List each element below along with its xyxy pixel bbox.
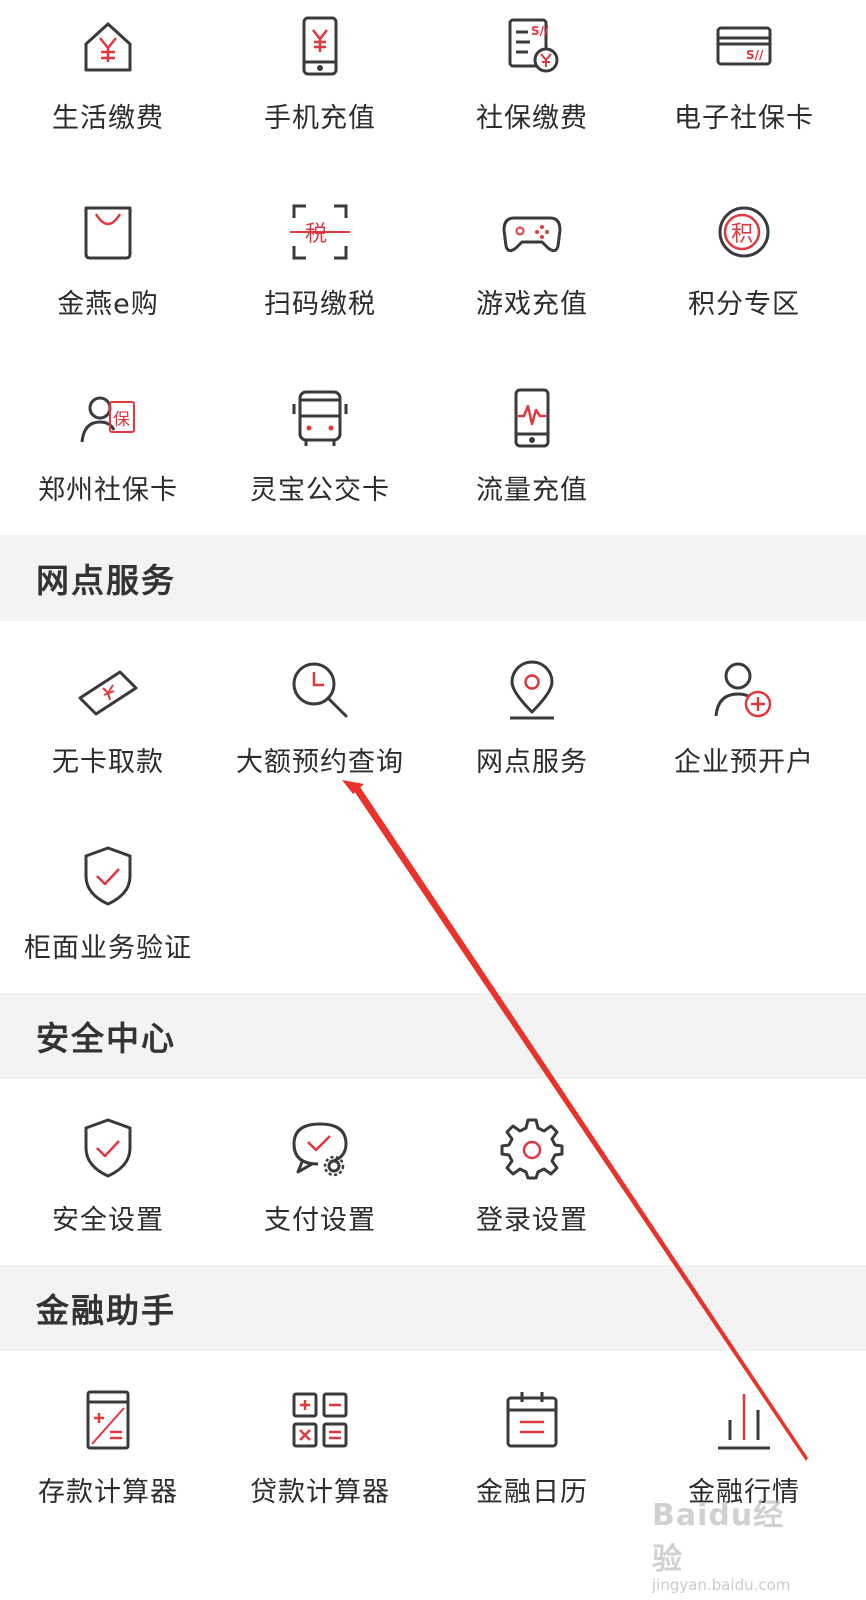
service-deposit-calculator[interactable]: 存款计算器 xyxy=(0,1374,216,1534)
service-label: 扫码缴税 xyxy=(264,289,376,320)
shield-check-icon xyxy=(76,1116,140,1180)
grid-calculator-icon xyxy=(288,1388,352,1452)
service-label: 金燕e购 xyxy=(57,289,159,320)
phone-yen-icon xyxy=(288,14,352,78)
service-label: 游戏充值 xyxy=(476,289,588,320)
chat-check-gear-icon xyxy=(288,1116,352,1180)
section-title-security: 安全中心 xyxy=(0,993,866,1079)
cash-ticket-icon xyxy=(76,658,140,722)
service-jinyan-eshop[interactable]: 金燕e购 xyxy=(0,186,216,346)
service-market-quotes[interactable]: 金融行情 xyxy=(636,1374,852,1534)
user-add-icon xyxy=(712,658,776,722)
service-loan-calculator[interactable]: 贷款计算器 xyxy=(212,1374,428,1534)
service-label: 支付设置 xyxy=(264,1205,376,1236)
service-label: 金融行情 xyxy=(688,1477,800,1508)
service-game-topup[interactable]: 游戏充值 xyxy=(424,186,640,346)
card-icon: S// xyxy=(712,14,776,78)
svg-text:S//: S// xyxy=(746,48,764,62)
service-finance-calendar[interactable]: 金融日历 xyxy=(424,1374,640,1534)
calculator-icon xyxy=(76,1388,140,1452)
gear-icon xyxy=(500,1116,564,1180)
service-label: 登录设置 xyxy=(476,1205,588,1236)
gamepad-icon xyxy=(500,200,564,264)
scan-tax-icon: 税 xyxy=(288,200,352,264)
shield-check-icon xyxy=(76,844,140,908)
service-label: 企业预开户 xyxy=(674,747,814,778)
service-label: 电子社保卡 xyxy=(674,103,814,134)
service-cardless-withdrawal[interactable]: 无卡取款 xyxy=(0,644,216,804)
house-yen-icon xyxy=(76,14,140,78)
svg-text:S//: S// xyxy=(531,24,549,38)
service-counter-verification[interactable]: 柜面业务验证 xyxy=(0,830,216,990)
service-large-appointment-query[interactable]: 大额预约查询 xyxy=(212,644,428,804)
service-label: 积分专区 xyxy=(688,289,800,320)
service-label: 柜面业务验证 xyxy=(24,933,192,964)
location-pin-icon xyxy=(500,658,564,722)
shopping-bag-icon xyxy=(76,200,140,264)
document-yen-icon: S// xyxy=(500,14,564,78)
service-points-zone[interactable]: 积 积分专区 xyxy=(636,186,852,346)
bar-chart-icon xyxy=(712,1388,776,1452)
service-label: 流量充值 xyxy=(476,475,588,506)
service-payment-settings[interactable]: 支付设置 xyxy=(212,1102,428,1262)
service-scan-tax[interactable]: 税 扫码缴税 xyxy=(212,186,428,346)
service-life-payment[interactable]: 生活缴费 xyxy=(0,0,216,160)
section-title-branch: 网点服务 xyxy=(0,535,866,621)
watermark-url: jingyan.baidu.com xyxy=(652,1576,791,1594)
service-label: 手机充值 xyxy=(264,103,376,134)
service-enterprise-pre-account[interactable]: 企业预开户 xyxy=(636,644,852,804)
service-electronic-social-card[interactable]: S// 电子社保卡 xyxy=(636,0,852,160)
person-insurance-card-icon: 保 xyxy=(76,386,140,450)
service-label: 社保缴费 xyxy=(476,103,588,134)
svg-text:税: 税 xyxy=(305,222,327,247)
service-zhengzhou-social-card[interactable]: 保 郑州社保卡 xyxy=(0,372,216,532)
service-label: 无卡取款 xyxy=(52,747,164,778)
service-lingbao-bus-card[interactable]: 灵宝公交卡 xyxy=(212,372,428,532)
phone-signal-icon xyxy=(500,386,564,450)
service-label: 郑州社保卡 xyxy=(38,475,178,506)
service-mobile-topup[interactable]: 手机充值 xyxy=(212,0,428,160)
points-coin-icon: 积 xyxy=(712,200,776,264)
service-label: 安全设置 xyxy=(52,1205,164,1236)
section-title-finance: 金融助手 xyxy=(0,1265,866,1351)
service-branch-service[interactable]: 网点服务 xyxy=(424,644,640,804)
service-label: 网点服务 xyxy=(476,747,588,778)
service-label: 存款计算器 xyxy=(38,1477,178,1508)
service-label: 金融日历 xyxy=(476,1477,588,1508)
svg-text:积: 积 xyxy=(731,222,753,247)
service-label: 贷款计算器 xyxy=(250,1477,390,1508)
service-label: 大额预约查询 xyxy=(236,747,404,778)
service-data-topup[interactable]: 流量充值 xyxy=(424,372,640,532)
service-security-settings[interactable]: 安全设置 xyxy=(0,1102,216,1262)
service-label: 生活缴费 xyxy=(52,103,164,134)
clock-search-icon xyxy=(288,658,352,722)
calendar-icon xyxy=(500,1388,564,1452)
service-login-settings[interactable]: 登录设置 xyxy=(424,1102,640,1262)
service-label: 灵宝公交卡 xyxy=(250,475,390,506)
bus-icon xyxy=(288,386,352,450)
service-social-insurance[interactable]: S// 社保缴费 xyxy=(424,0,640,160)
svg-text:保: 保 xyxy=(113,410,130,430)
